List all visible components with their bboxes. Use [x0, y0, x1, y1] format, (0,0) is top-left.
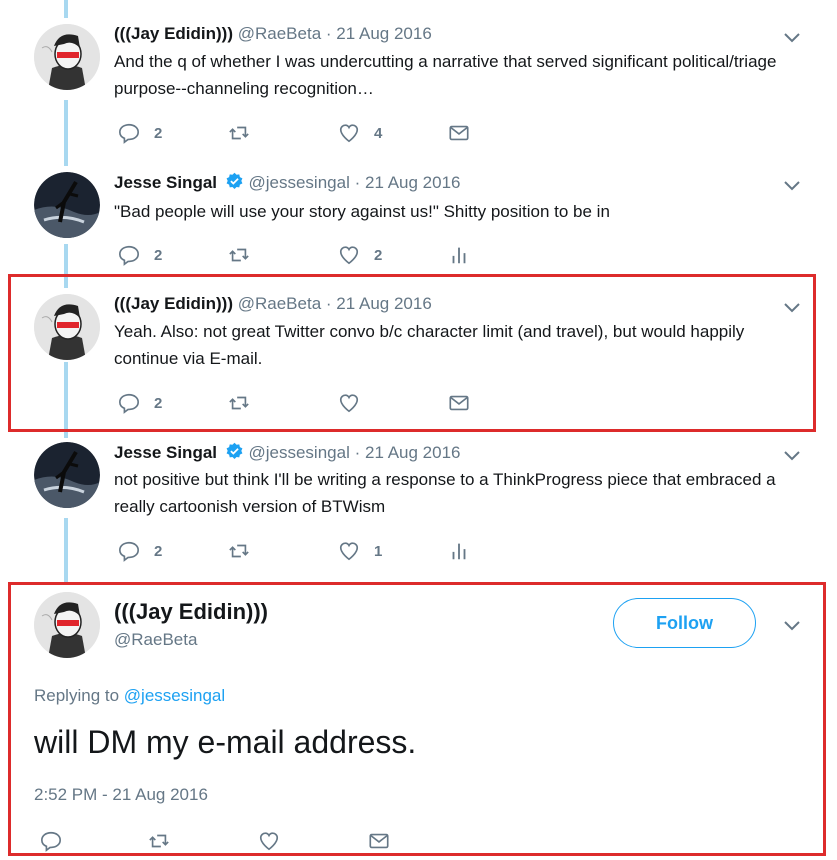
author-handle[interactable]: @jessesingal: [248, 443, 349, 462]
follow-button[interactable]: Follow: [613, 598, 756, 648]
replying-to-link[interactable]: @jessesingal: [124, 686, 225, 705]
main-tweet-timestamp[interactable]: 2:52 PM - 21 Aug 2016: [34, 785, 208, 805]
retweet-button[interactable]: [228, 122, 250, 144]
like-button[interactable]: 2: [338, 244, 382, 266]
avatar[interactable]: [34, 24, 100, 90]
avatar[interactable]: [34, 172, 100, 238]
heart-icon: [339, 394, 359, 413]
analytics-icon: [452, 543, 466, 560]
chevron-down-icon[interactable]: [783, 450, 801, 462]
heart-icon: [339, 124, 359, 143]
reply-button[interactable]: 2: [118, 540, 162, 562]
tweet-header: (((Jay Edidin))) @RaeBeta · 21 Aug 2016: [114, 24, 432, 44]
mail-icon: [449, 125, 469, 141]
analytics-button[interactable]: [448, 540, 470, 562]
author-name[interactable]: (((Jay Edidin))): [114, 294, 233, 313]
tweet[interactable]: Jesse Singal @jessesingal · 21 Aug 2016 …: [0, 172, 837, 272]
like-count: 2: [374, 246, 383, 264]
tweet-header: Jesse Singal @jessesingal · 21 Aug 2016: [114, 442, 460, 463]
tweet-date[interactable]: 21 Aug 2016: [365, 173, 460, 192]
message-button[interactable]: [448, 122, 470, 144]
tweet-date[interactable]: 21 Aug 2016: [365, 443, 460, 462]
tweet-text: Yeah. Also: not great Twitter convo b/c …: [114, 322, 745, 368]
tweet-date[interactable]: 21 Aug 2016: [336, 24, 431, 43]
author-handle[interactable]: @RaeBeta: [238, 24, 321, 43]
reply-count: 2: [154, 542, 163, 560]
analytics-icon: [452, 247, 466, 264]
chevron-down-icon[interactable]: [783, 302, 801, 314]
analytics-button[interactable]: [448, 244, 470, 266]
heart-icon: [339, 542, 359, 561]
author-handle[interactable]: @RaeBeta: [238, 294, 321, 313]
reply-button[interactable]: [40, 830, 62, 852]
chevron-down-icon[interactable]: [783, 32, 801, 44]
reply-button[interactable]: 2: [118, 392, 162, 414]
author-handle[interactable]: @jessesingal: [248, 173, 349, 192]
retweet-button[interactable]: [228, 244, 250, 266]
retweet-icon: [229, 544, 249, 558]
retweet-icon: [149, 834, 169, 848]
tweet[interactable]: Jesse Singal @jessesingal · 21 Aug 2016 …: [0, 442, 837, 572]
retweet-button[interactable]: [228, 540, 250, 562]
heart-icon: [339, 246, 359, 265]
like-count: 1: [374, 542, 383, 560]
heart-icon: [259, 832, 279, 851]
reply-icon: [119, 245, 139, 266]
like-button[interactable]: [258, 830, 280, 852]
mail-icon: [449, 395, 469, 411]
separator: ·: [325, 294, 332, 313]
like-button[interactable]: 4: [338, 122, 382, 144]
main-author-name[interactable]: (((Jay Edidin))): [114, 599, 268, 625]
tweet-text: "Bad people will use your story against …: [114, 202, 610, 221]
retweet-icon: [229, 248, 249, 262]
separator: ·: [325, 24, 332, 43]
avatar[interactable]: [34, 592, 100, 658]
tweet[interactable]: (((Jay Edidin))) @RaeBeta · 21 Aug 2016 …: [0, 24, 837, 154]
message-button[interactable]: [368, 830, 390, 852]
replying-to-label: Replying to: [34, 686, 124, 705]
retweet-icon: [229, 126, 249, 140]
verified-badge-icon: [226, 442, 243, 459]
retweet-button[interactable]: [228, 392, 250, 414]
reply-button[interactable]: 2: [118, 244, 162, 266]
chevron-down-icon[interactable]: [783, 620, 801, 632]
author-name[interactable]: Jesse Singal: [114, 173, 217, 192]
like-count: 4: [374, 124, 383, 142]
chevron-down-icon[interactable]: [783, 180, 801, 192]
avatar[interactable]: [34, 442, 100, 508]
tweet-header: (((Jay Edidin))) @RaeBeta · 21 Aug 2016: [114, 294, 432, 314]
tweet-header: Jesse Singal @jessesingal · 21 Aug 2016: [114, 172, 460, 193]
retweet-icon: [229, 396, 249, 410]
separator: ·: [354, 173, 361, 192]
reply-count: 2: [154, 246, 163, 264]
reply-icon: [119, 123, 139, 144]
tweet[interactable]: (((Jay Edidin))) @RaeBeta · 21 Aug 2016 …: [0, 294, 837, 418]
separator: ·: [354, 443, 361, 462]
avatar[interactable]: [34, 294, 100, 360]
reply-icon: [119, 541, 139, 562]
reply-count: 2: [154, 124, 163, 142]
like-button[interactable]: 1: [338, 540, 382, 562]
retweet-button[interactable]: [148, 830, 170, 852]
reply-icon: [41, 831, 61, 852]
reply-count: 2: [154, 394, 163, 412]
main-author-handle[interactable]: @RaeBeta: [114, 630, 197, 650]
mail-icon: [369, 833, 389, 849]
tweet-date[interactable]: 21 Aug 2016: [336, 294, 431, 313]
tweet-text: And the q of whether I was undercutting …: [114, 52, 777, 98]
tweet-text: not positive but think I'll be writing a…: [114, 470, 776, 516]
reply-button[interactable]: 2: [118, 122, 162, 144]
verified-badge-icon: [226, 172, 243, 189]
replying-to: Replying to @jessesingal: [34, 686, 225, 706]
like-button[interactable]: [338, 392, 360, 414]
main-tweet-text: will DM my e-mail address.: [34, 724, 417, 760]
author-name[interactable]: (((Jay Edidin))): [114, 24, 233, 43]
thread-line: [64, 0, 68, 18]
reply-icon: [119, 393, 139, 414]
message-button[interactable]: [448, 392, 470, 414]
author-name[interactable]: Jesse Singal: [114, 443, 217, 462]
